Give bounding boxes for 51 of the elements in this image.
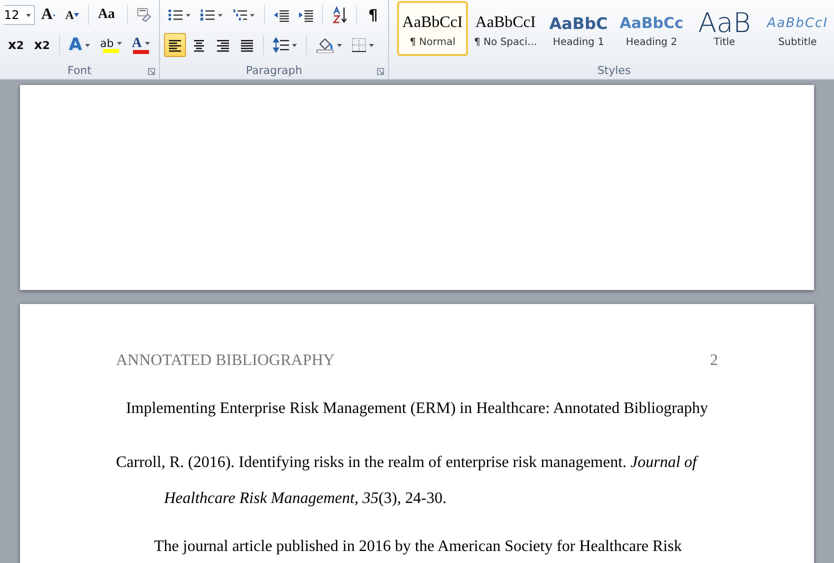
caret-icon — [292, 44, 297, 46]
caret-icon — [26, 14, 32, 16]
caret-icon — [218, 14, 222, 16]
borders-icon — [352, 38, 366, 52]
style-gallery-item[interactable]: AaB Title — [689, 1, 760, 56]
caret-icon — [250, 14, 255, 16]
style-gallery-item[interactable]: AaBbCcI ¶ No Spaci... — [470, 1, 541, 56]
dialog-launcher-icon[interactable] — [377, 68, 384, 75]
multilevel-list-icon — [232, 8, 248, 22]
styles-group-label: Styles — [597, 64, 631, 77]
caret-icon — [85, 44, 90, 46]
paint-bucket-icon — [316, 37, 334, 53]
highlight-button[interactable]: ab — [96, 33, 126, 57]
font-color-button[interactable]: A — [128, 33, 154, 57]
change-case-button[interactable]: Aa — [94, 3, 122, 27]
numbered-list-icon — [200, 8, 215, 22]
bullet-list-icon — [168, 8, 183, 22]
caret-icon — [337, 44, 342, 46]
font-size-field[interactable]: 12 — [4, 5, 36, 25]
caret-icon — [116, 42, 122, 44]
align-right-icon — [217, 38, 229, 52]
align-left-icon — [169, 38, 181, 52]
decrease-indent-icon — [274, 8, 288, 22]
body-paragraph: The journal article published in 2016 by the American Society for Healthcare Risk — [153, 537, 683, 557]
align-justify-icon — [241, 38, 253, 52]
dialog-launcher-icon[interactable] — [148, 68, 155, 75]
shrink-arrow-icon — [74, 13, 79, 17]
caret-icon — [144, 42, 150, 44]
page-number: 2 — [710, 352, 718, 370]
paragraph-group-label: Paragraph — [246, 64, 302, 76]
font-group-label: Font — [68, 64, 92, 76]
style-gallery-item[interactable]: AaBbCcI Subtitle — [762, 1, 833, 56]
caret-icon — [186, 14, 190, 16]
caret-icon — [369, 44, 374, 46]
grow-font-button[interactable]: A — [37, 3, 60, 27]
text-effects-button[interactable]: A — [64, 33, 94, 57]
eraser-icon — [136, 6, 151, 24]
style-gallery-item[interactable]: AaBbCc Heading 2 — [616, 1, 687, 56]
style-gallery-item[interactable]: AaBbCcI ¶ Normal — [397, 1, 468, 56]
show-marks-button[interactable]: ¶ — [362, 3, 384, 27]
sort-icon — [332, 6, 348, 24]
reference-entry: Carroll, R. (2016). Identifying risks in the realm of enterprise risk management. Journal of Healthcare Risk Management, 35(3), 24-30. — [116, 453, 700, 509]
align-left-button[interactable] — [164, 33, 186, 57]
document-title: Implementing Enterprise Risk Management (ERM) in Healthcare: Annotated Bibliography — [124, 400, 710, 418]
shrink-font-button[interactable]: A — [61, 3, 84, 27]
align-center-icon — [193, 38, 205, 52]
line-spacing-icon — [273, 37, 289, 53]
grow-arrow-icon — [52, 13, 56, 17]
style-gallery-item[interactable]: AaBbC Heading 1 — [543, 1, 614, 56]
running-header: ANNOTATED BIBLIOGRAPHY — [116, 352, 335, 370]
increase-indent-icon — [298, 8, 314, 22]
